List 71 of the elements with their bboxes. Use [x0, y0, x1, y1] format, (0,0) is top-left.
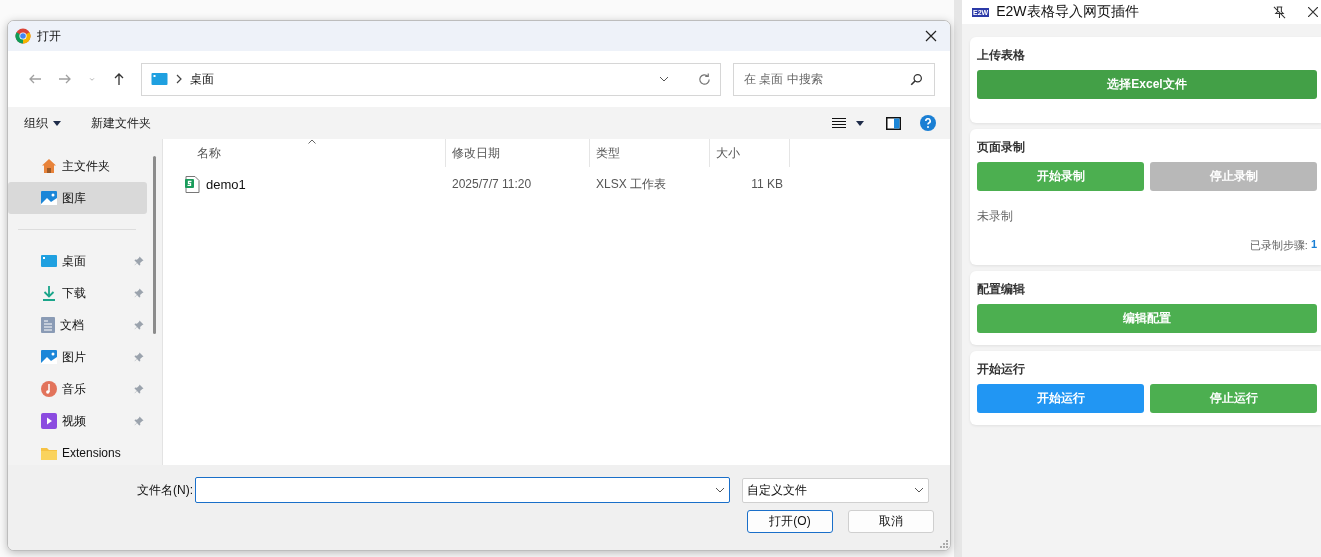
- refresh-icon[interactable]: [697, 71, 712, 87]
- folder-icon: [41, 446, 57, 460]
- sidebar-item[interactable]: 文档: [8, 309, 147, 341]
- pin-icon: [134, 384, 144, 394]
- home-icon: [41, 158, 57, 174]
- dropdown-icon[interactable]: [659, 76, 669, 82]
- chevron-down-icon[interactable]: [715, 487, 725, 493]
- column-header[interactable]: 名称: [171, 139, 446, 167]
- unpin-icon[interactable]: [1273, 5, 1286, 19]
- view-menu-icon[interactable]: [832, 117, 846, 129]
- table-cell-text: XLSX 工作表: [595, 175, 668, 193]
- address-bar[interactable]: 桌面: [141, 62, 721, 96]
- column-header[interactable]: 类型: [590, 139, 710, 167]
- table-cell-text: 2025/7/7 11:20: [451, 177, 533, 191]
- preview-pane-icon[interactable]: [886, 116, 901, 130]
- new-folder-button[interactable]: 新建文件夹: [91, 114, 151, 132]
- search-icon: [910, 72, 923, 86]
- caret-icon[interactable]: [53, 120, 61, 126]
- status-text: 未录制: [977, 208, 1014, 225]
- image-icon: [41, 190, 57, 206]
- sidebar-item[interactable]: 下载: [8, 277, 147, 309]
- search-field[interactable]: 在 桌面 中搜索: [733, 62, 935, 96]
- desktop-icon: [41, 255, 57, 267]
- window-title: 打开: [37, 27, 61, 45]
- column-header[interactable]: 大小: [710, 139, 790, 167]
- table-cell-text: 11 KB: [750, 177, 784, 191]
- breadcrumb-chevron: [176, 74, 182, 84]
- steps-label: 已录制步骤:: [1249, 238, 1308, 253]
- pin-icon: [134, 256, 144, 266]
- pin-icon: [134, 288, 144, 298]
- desktop-icon: [151, 73, 168, 85]
- video-icon: [41, 413, 57, 429]
- section-title: 页面录制: [977, 139, 1026, 156]
- sidebar-item[interactable]: 图库: [8, 182, 147, 214]
- browser-icon: [15, 28, 31, 44]
- section-title: 开始运行: [977, 361, 1026, 378]
- close-icon[interactable]: [1308, 7, 1318, 17]
- section-title: 配置编辑: [977, 281, 1026, 298]
- organize-menu[interactable]: 组织: [24, 114, 48, 132]
- pin-icon: [134, 352, 144, 362]
- document-icon: [41, 317, 55, 333]
- scrollbar[interactable]: [153, 156, 156, 334]
- file-row[interactable]: demo1 2025/7/7 11:20 XLSX 工作表 11 KB: [171, 167, 950, 201]
- help-icon[interactable]: [920, 115, 936, 131]
- column-header[interactable]: 修改日期: [446, 139, 590, 167]
- sidebar-item[interactable]: 图片: [8, 341, 147, 373]
- panel-title: E2W表格导入网页插件: [996, 3, 1139, 21]
- file-name: demo1: [206, 176, 246, 192]
- sidebar-item[interactable]: 音乐: [8, 373, 147, 405]
- spreadsheet-file-icon: [185, 175, 200, 193]
- music-icon: [41, 381, 57, 397]
- steps-count: 1: [1310, 238, 1317, 252]
- caret-icon[interactable]: [856, 120, 864, 126]
- sidebar-item[interactable]: 视频: [8, 405, 147, 437]
- resize-grip-icon[interactable]: [939, 539, 948, 548]
- chevron-down-icon: [914, 487, 924, 493]
- filename-label: 文件名(N):: [137, 481, 193, 499]
- sidebar-item[interactable]: 主文件夹: [8, 150, 147, 182]
- download-icon: [41, 285, 57, 301]
- sidebar-item[interactable]: 桌面: [8, 245, 147, 277]
- image-icon: [41, 349, 57, 365]
- breadcrumb[interactable]: 桌面: [190, 70, 214, 88]
- pin-icon: [134, 416, 144, 426]
- dialog-button[interactable]: 打开(O): [747, 510, 833, 533]
- close-icon: [925, 30, 937, 42]
- sidebar-item[interactable]: Extensions: [8, 437, 147, 469]
- file-type-dropdown[interactable]: 自定义文件: [742, 477, 929, 503]
- dialog-button[interactable]: 取消: [848, 510, 934, 533]
- section-title: 上传表格: [977, 47, 1026, 64]
- pin-icon: [134, 320, 144, 330]
- filename-field[interactable]: [195, 477, 730, 503]
